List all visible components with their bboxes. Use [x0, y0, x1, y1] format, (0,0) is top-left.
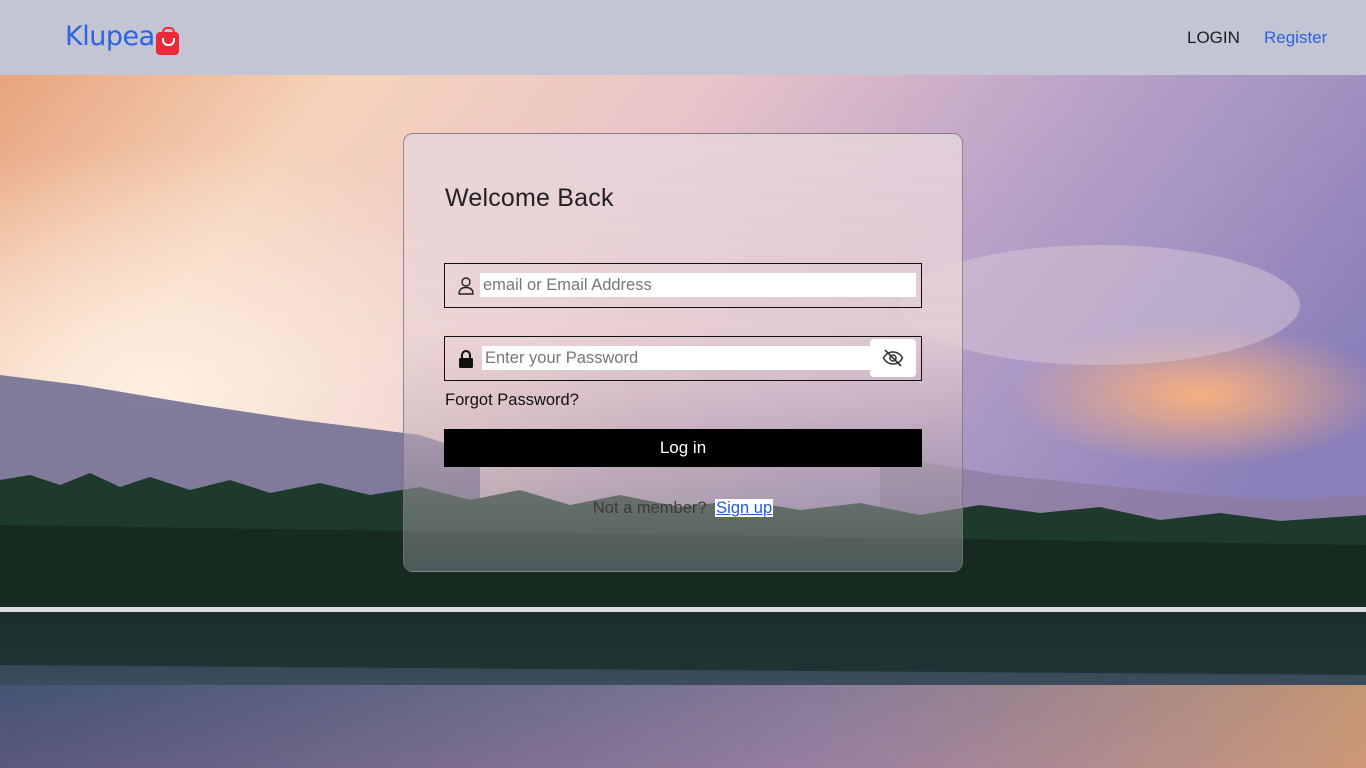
- shopping-bag-icon: [155, 27, 179, 55]
- lock-icon: [459, 350, 473, 368]
- toggle-password-visibility-button[interactable]: [870, 339, 916, 377]
- nav-register-link[interactable]: Register: [1264, 27, 1327, 49]
- eye-slash-icon: [882, 349, 904, 367]
- nav-login-link[interactable]: LOGIN: [1187, 27, 1240, 49]
- brand-name: Klupea: [65, 21, 155, 52]
- login-card: Welcome Back Forgot Password? Log in Not…: [403, 133, 963, 572]
- password-field-container: [444, 336, 922, 381]
- login-button[interactable]: Log in: [444, 429, 922, 467]
- welcome-heading: Welcome Back: [445, 184, 614, 212]
- top-navbar: Klupea LOGIN Register: [0, 0, 1366, 75]
- not-member-text: Not a member?: [592, 499, 707, 517]
- signup-link[interactable]: Sign up: [715, 499, 774, 517]
- email-input[interactable]: [480, 273, 916, 297]
- forgot-password-link[interactable]: Forgot Password?: [445, 391, 579, 410]
- password-input[interactable]: [482, 346, 872, 370]
- user-icon: [458, 277, 474, 295]
- signup-prompt: Not a member? Sign up: [404, 499, 962, 518]
- email-field-container: [444, 263, 922, 308]
- brand-logo[interactable]: Klupea: [65, 20, 179, 55]
